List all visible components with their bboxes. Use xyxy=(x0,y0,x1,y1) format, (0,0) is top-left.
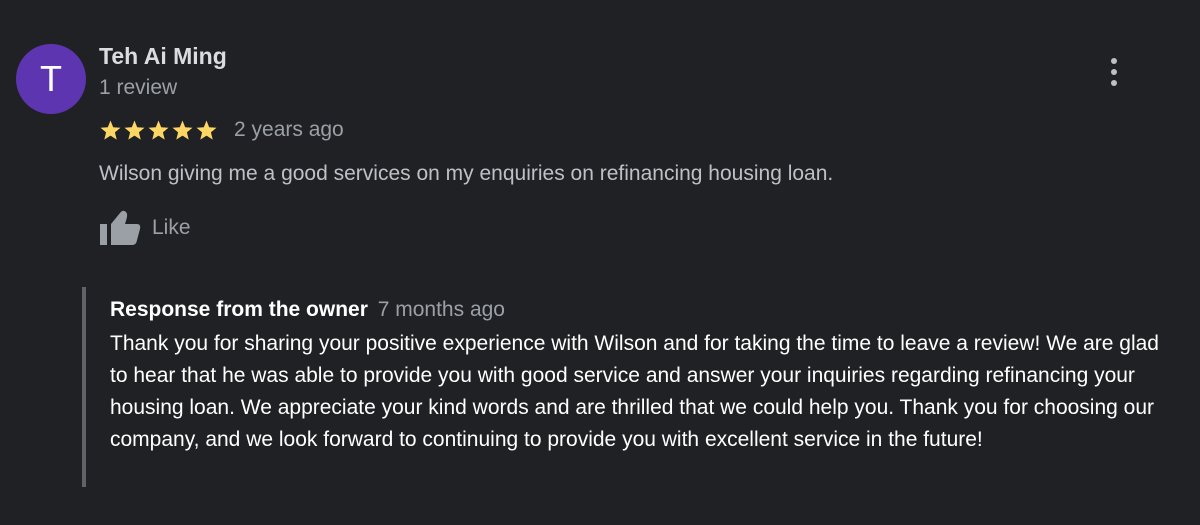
star-icon xyxy=(196,119,217,140)
response-date: 7 months ago xyxy=(377,298,505,321)
more-vertical-icon xyxy=(1111,69,1117,75)
star-rating xyxy=(99,116,219,144)
review-card: T Teh Ai Ming 1 review 2 years ago Wilso… xyxy=(0,0,1200,525)
star-icon xyxy=(172,119,193,140)
more-options-button[interactable] xyxy=(1100,56,1128,90)
like-label: Like xyxy=(152,216,191,239)
avatar[interactable]: T xyxy=(16,44,86,114)
response-header: Response from the owner 7 months ago xyxy=(110,298,505,322)
star-icon xyxy=(124,119,145,140)
more-vertical-icon xyxy=(1111,58,1117,64)
star-icon xyxy=(148,119,169,140)
response-title: Response from the owner xyxy=(110,298,368,321)
thumbs-up-icon xyxy=(100,210,141,245)
reviewer-name[interactable]: Teh Ai Ming xyxy=(99,43,227,70)
like-button[interactable]: Like xyxy=(98,206,191,250)
star-icon xyxy=(100,119,121,140)
review-text: Wilson giving me a good services on my e… xyxy=(99,162,834,185)
review-count: 1 review xyxy=(99,76,178,99)
more-vertical-icon xyxy=(1111,80,1117,86)
review-date: 2 years ago xyxy=(234,118,344,141)
response-text: Thank you for sharing your positive expe… xyxy=(110,332,1159,451)
owner-response: Response from the owner 7 months ago Tha… xyxy=(82,287,1166,487)
